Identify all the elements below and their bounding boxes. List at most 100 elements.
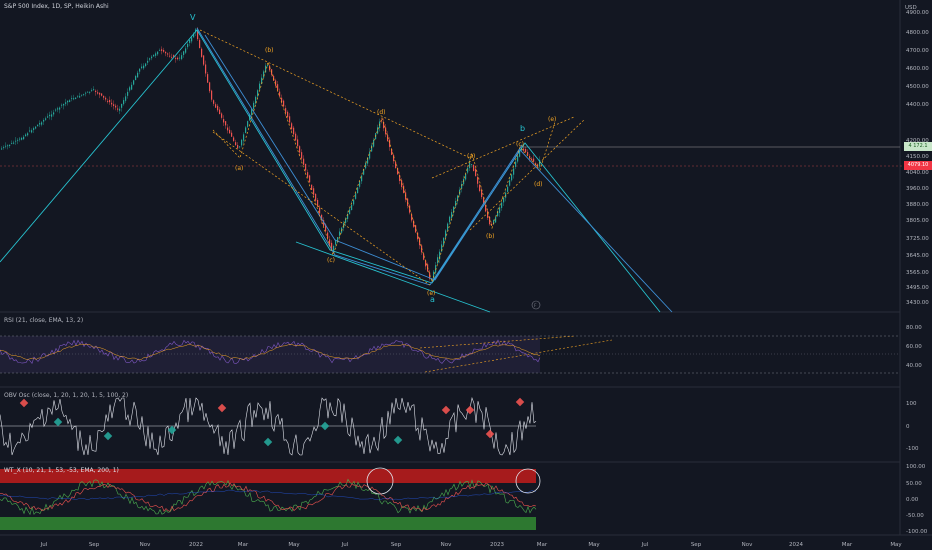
wt-pane-label[interactable]: WT_X (10, 21, 1, 53, -53, EMA, 200, 1) xyxy=(4,467,119,474)
time-axis-label: Mar xyxy=(842,542,853,548)
wave-sub-e2: (e) xyxy=(548,116,556,123)
candle xyxy=(79,96,81,98)
candle xyxy=(65,102,67,104)
candle xyxy=(47,116,49,118)
obv-axis-label: -100 xyxy=(906,446,919,452)
candle xyxy=(107,100,109,102)
rsi-band xyxy=(0,336,540,373)
candle xyxy=(199,39,201,49)
candle xyxy=(105,97,107,100)
candle xyxy=(309,175,311,183)
candle xyxy=(123,100,125,105)
candle xyxy=(85,92,87,94)
candle xyxy=(11,143,13,144)
candle xyxy=(185,48,187,53)
chart-canvas[interactable]: V b a (a) (b) (c) (d) (e) (a) (b) (c) (d… xyxy=(0,0,932,550)
candle xyxy=(171,56,173,58)
obv-markers xyxy=(19,397,525,447)
candle xyxy=(207,74,209,83)
obv-pane-label[interactable]: OBV Osc (close, 1, 20, 1, 20, 1, 5, 100,… xyxy=(4,392,128,399)
candle xyxy=(135,76,137,81)
wave-sub-e1: (e) xyxy=(427,290,435,297)
candle xyxy=(231,132,233,137)
candle xyxy=(257,90,259,97)
candle xyxy=(13,142,15,144)
candle xyxy=(219,109,221,115)
candle xyxy=(55,109,57,111)
candle xyxy=(243,134,245,141)
candle xyxy=(147,60,149,63)
candle xyxy=(277,84,279,91)
price-axis-label: 3430.00 xyxy=(906,300,929,306)
wave-label-b-main: b xyxy=(520,124,525,133)
chart-window: S&P 500 Index, 1D, SP, Heikin Ashi V b a… xyxy=(0,0,932,550)
candle xyxy=(77,95,79,97)
time-axis-label: May xyxy=(588,542,600,548)
candle xyxy=(33,128,35,130)
candle xyxy=(241,139,243,146)
candle xyxy=(451,212,453,218)
wave-sub-b2: (b) xyxy=(486,233,495,240)
candle xyxy=(115,105,117,108)
candle xyxy=(447,223,449,231)
candle xyxy=(301,152,303,159)
candle xyxy=(349,209,351,215)
candle xyxy=(187,43,189,48)
wave-sub-d1: (d) xyxy=(377,109,386,116)
candle xyxy=(83,93,85,95)
candle xyxy=(209,82,211,92)
candle xyxy=(75,97,77,100)
candle xyxy=(125,96,127,101)
candle xyxy=(475,168,477,177)
candle xyxy=(191,37,193,42)
price-tag-last: 4079.10 xyxy=(904,161,932,170)
candle xyxy=(189,39,191,43)
time-axis-label: 2022 xyxy=(189,542,203,548)
price-tag-green: 4 172.1 xyxy=(904,142,932,151)
candle xyxy=(445,230,447,238)
candle xyxy=(71,98,73,100)
candle xyxy=(157,51,159,55)
price-axis-label: 3645.00 xyxy=(906,253,929,259)
candle xyxy=(479,184,481,192)
time-axis-label: May xyxy=(890,542,902,548)
rsi-axis-label: 80.00 xyxy=(906,325,922,331)
time-axis-label: May xyxy=(288,542,300,548)
time-axis-label: Jul xyxy=(641,542,649,548)
candle xyxy=(389,139,391,147)
candle xyxy=(51,114,53,117)
candle xyxy=(295,133,297,141)
candle xyxy=(159,50,161,51)
candle xyxy=(469,162,471,169)
candle xyxy=(287,111,289,118)
candle xyxy=(17,139,19,141)
candle xyxy=(233,137,235,141)
candle xyxy=(465,173,467,180)
candle xyxy=(211,90,213,100)
obv-axis: 100 0 -100 xyxy=(906,401,919,452)
candle xyxy=(289,116,291,123)
candle xyxy=(443,237,445,245)
rsi-pane-label[interactable]: RSI (21, close, EMA, 13, 2) xyxy=(4,317,83,324)
candle xyxy=(305,163,307,171)
obv-axis-label: 0 xyxy=(906,424,910,430)
candle xyxy=(217,105,219,111)
candle xyxy=(259,83,261,90)
candle xyxy=(127,91,129,96)
currency-label: USD xyxy=(905,5,917,11)
candle xyxy=(103,95,105,98)
candle xyxy=(509,180,511,186)
candle xyxy=(109,99,111,103)
candle xyxy=(9,144,11,147)
candle xyxy=(179,57,181,59)
candle xyxy=(151,56,153,59)
candle xyxy=(43,119,45,122)
candle xyxy=(291,123,293,130)
candle xyxy=(143,65,145,69)
wt-oversold-band xyxy=(0,517,536,530)
candle xyxy=(31,130,33,133)
candle xyxy=(507,186,509,192)
candle xyxy=(37,124,39,127)
candle xyxy=(355,193,357,199)
candle xyxy=(101,93,103,96)
